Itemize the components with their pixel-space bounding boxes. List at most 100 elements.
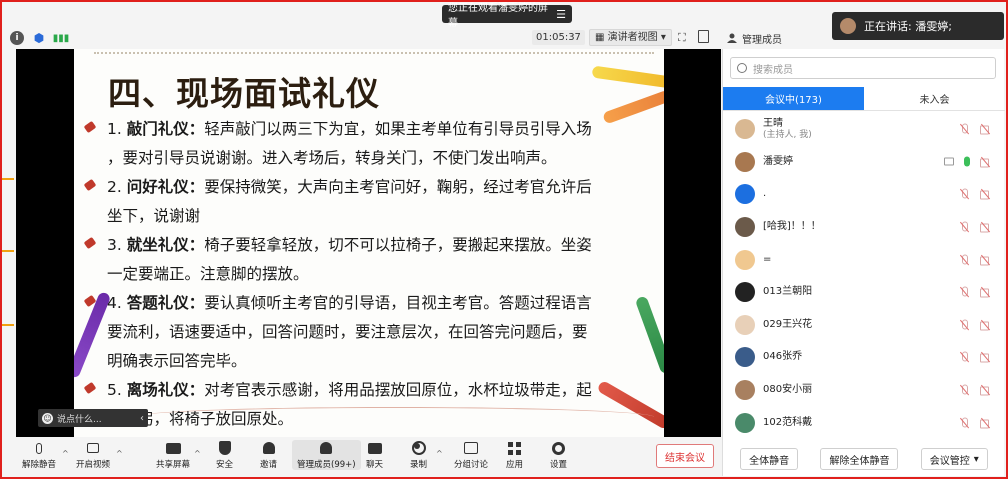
info-icon[interactable]: i <box>10 31 24 45</box>
member-row[interactable]: [哈我]！！！ <box>723 211 1005 244</box>
speaking-indicator: 正在讲话: 潘雯婷; <box>832 12 1004 40</box>
member-status-icons <box>959 123 991 135</box>
avatar <box>735 347 755 368</box>
record-button[interactable]: 录制 <box>410 440 427 470</box>
chat-button[interactable]: 聊天 <box>366 440 383 470</box>
video-options-caret[interactable]: ^ <box>116 449 123 458</box>
member-row[interactable]: 080安小丽 <box>723 374 1005 407</box>
pencil-decoration <box>634 295 664 375</box>
camera-off-icon[interactable] <box>980 319 991 331</box>
view-mode-label: 演讲者视图 <box>607 32 658 43</box>
camera-off-icon[interactable] <box>980 254 991 266</box>
record-options-caret[interactable]: ^ <box>436 449 443 458</box>
invite-button[interactable]: 邀请 <box>260 440 277 470</box>
share-options-caret[interactable]: ^ <box>194 449 201 458</box>
shield-icon[interactable]: ⬢ <box>32 31 46 45</box>
mic-off-icon[interactable] <box>959 123 970 135</box>
member-status-icons <box>959 188 991 200</box>
breakout-label: 分组讨论 <box>454 460 489 470</box>
member-name: = <box>763 253 772 265</box>
member-row[interactable]: 046张乔 <box>723 341 1005 374</box>
people-icon <box>726 32 738 44</box>
slide-line: 4. 答题礼仪：要认真倾听主考官的引导语，目视主考官。答题过程语言 <box>83 291 592 313</box>
chat-icon <box>367 440 383 456</box>
people-icon <box>318 440 334 456</box>
member-tabs: 会议中(173) 未入会 <box>723 87 1005 111</box>
member-row[interactable]: 013兰朝阳 <box>723 276 1005 309</box>
member-list: 王晴 (主持人, 我) 潘雯婷. [哈我]！！！ = 013兰朝阳 029王兴花 046张乔 0… <box>723 113 1005 441</box>
mic-off-icon[interactable] <box>959 254 970 265</box>
member-row[interactable]: 102范科戴 <box>723 406 1005 439</box>
camera-off-icon[interactable] <box>980 287 991 298</box>
settings-button[interactable]: 设置 <box>550 440 567 470</box>
avatar <box>735 282 755 303</box>
member-name-block: . <box>763 188 766 200</box>
camera-off-icon[interactable] <box>980 156 991 168</box>
breakout-button[interactable]: 分组讨论 <box>454 440 488 470</box>
mic-on-icon[interactable] <box>964 156 970 167</box>
line-number: 2. <box>107 178 127 196</box>
share-screen-button[interactable]: 共享屏幕 <box>156 440 190 470</box>
line-text: 椅子要轻拿轻放，切不可以拉椅子，要搬起来摆放。坐姿 <box>204 236 592 254</box>
panel-actions: 全体静音 解除全体静音 会议管控 ▾ <box>723 445 1005 473</box>
avatar <box>735 249 755 270</box>
unmute-button[interactable]: 解除静音 <box>22 440 56 470</box>
unmute-all-button[interactable]: 解除全体静音 <box>820 448 899 470</box>
mic-off-icon[interactable] <box>959 221 970 233</box>
member-row[interactable]: = <box>723 243 1005 276</box>
member-name: 102范科戴 <box>763 416 813 428</box>
member-name: 080安小丽 <box>763 384 813 396</box>
signal-icon[interactable]: ▮▮▮ <box>53 31 70 45</box>
tab-not-joined[interactable]: 未入会 <box>864 87 1005 110</box>
member-name-block: 080安小丽 <box>763 384 812 396</box>
camera-off-icon[interactable] <box>980 417 991 429</box>
breakout-icon <box>463 440 479 456</box>
audio-options-caret[interactable]: ^ <box>62 449 69 458</box>
member-name-block: 潘雯婷 <box>763 156 793 168</box>
slide-line: 明确表示回答完毕。 <box>107 349 247 371</box>
member-row[interactable]: 潘雯婷 <box>723 146 1005 179</box>
camera-off-icon[interactable] <box>980 189 991 200</box>
mic-off-icon[interactable] <box>959 417 970 428</box>
search-icon <box>737 63 747 73</box>
camera-off-icon[interactable] <box>980 385 991 396</box>
mute-all-button[interactable]: 全体静音 <box>740 448 799 470</box>
share-screen-label: 共享屏幕 <box>156 460 191 470</box>
line-text: 对考官表示感谢，将用品摆放回原位，水杯垃圾带走，起 <box>204 381 592 399</box>
member-row[interactable]: . <box>723 178 1005 211</box>
apps-button[interactable]: 应用 <box>506 440 523 470</box>
start-video-button[interactable]: 开启视频 <box>76 440 110 470</box>
mic-off-icon[interactable] <box>959 319 970 330</box>
mic-off-icon[interactable] <box>959 384 970 396</box>
avatar <box>735 380 755 401</box>
add-person-icon <box>261 440 277 456</box>
mic-off-icon[interactable] <box>959 188 970 200</box>
tab-in-meeting[interactable]: 会议中(173) <box>723 87 864 110</box>
menu-icon[interactable]: ☰ <box>556 8 566 21</box>
member-name: 013兰朝阳 <box>763 286 813 298</box>
mic-off-icon[interactable] <box>959 351 970 363</box>
search-input[interactable]: 搜索成员 <box>730 57 996 79</box>
camera-off-icon[interactable] <box>980 222 991 233</box>
collapse-comment-icon[interactable]: ‹ <box>140 413 144 424</box>
background-window-edge <box>2 178 14 180</box>
comment-box[interactable]: ☺ 说点什么... ‹ <box>38 409 148 427</box>
line-text: 坐下，说谢谢 <box>107 207 201 225</box>
mic-off-icon[interactable] <box>959 286 970 298</box>
end-meeting-button[interactable]: 结束会议 <box>656 444 714 468</box>
view-mode-select[interactable]: ▦ 演讲者视图 ▾ <box>589 29 672 46</box>
security-button[interactable]: 安全 <box>216 440 233 470</box>
avatar <box>735 314 755 335</box>
meeting-control-button[interactable]: 会议管控 ▾ <box>920 448 988 470</box>
smile-icon[interactable]: ☺ <box>42 412 53 424</box>
manage-members-button[interactable]: 管理成员(99+) <box>292 440 361 470</box>
slide-title: 四、现场面试礼仪 <box>108 74 380 113</box>
camera-off-icon[interactable] <box>980 124 991 135</box>
camera-off-icon[interactable] <box>980 352 991 363</box>
member-name: . <box>763 188 767 200</box>
slide-line: 坐下，说谢谢 <box>107 204 200 226</box>
fullscreen-icon[interactable]: ⛶ <box>678 31 686 45</box>
member-row[interactable]: 王晴 (主持人, 我) <box>723 113 1005 146</box>
member-row[interactable]: 029王兴花 <box>723 309 1005 342</box>
layout-icon[interactable] <box>698 30 709 43</box>
